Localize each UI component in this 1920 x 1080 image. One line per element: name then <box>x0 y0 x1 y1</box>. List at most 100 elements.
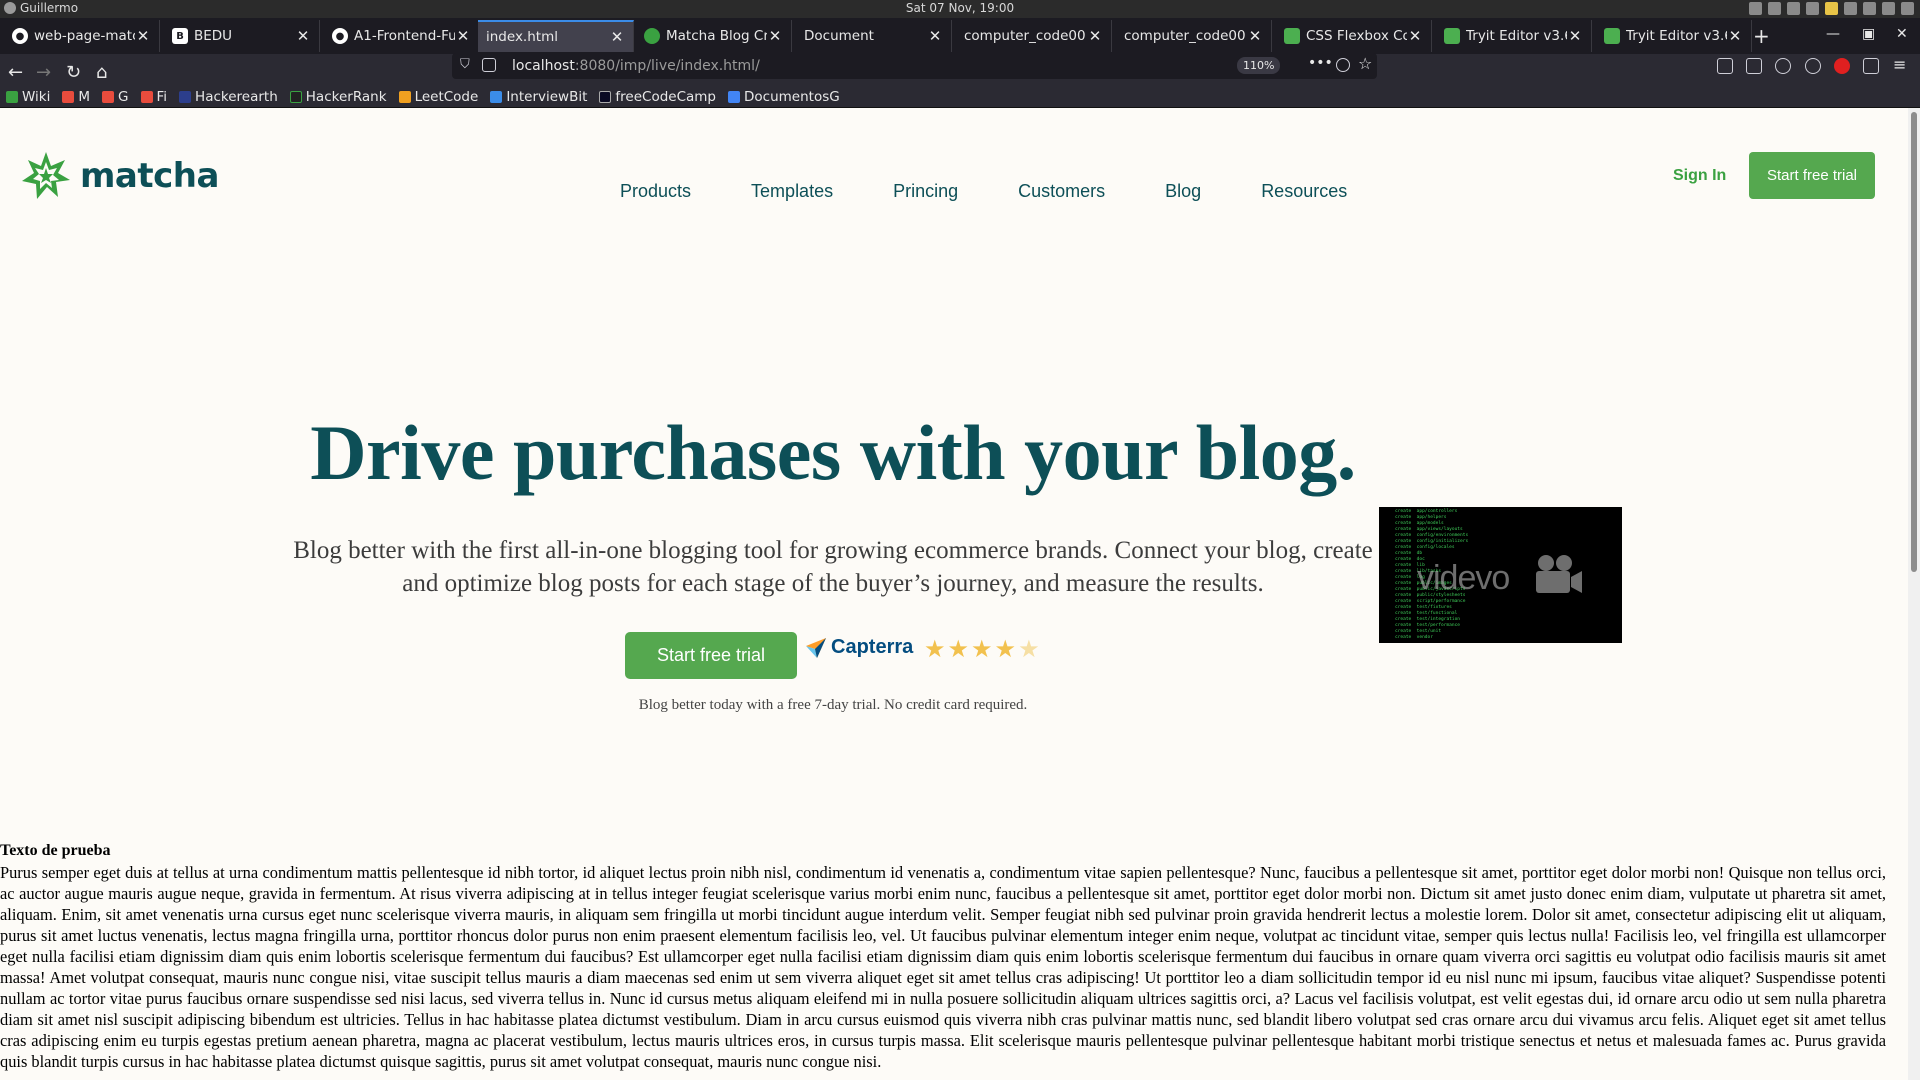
nav-products[interactable]: Products <box>620 181 691 202</box>
close-tab-icon[interactable]: ✕ <box>295 27 311 45</box>
tab-computer-code-1[interactable]: computer_code00 ✕ <box>956 20 1112 52</box>
close-tab-icon[interactable]: ✕ <box>455 27 471 45</box>
bookmark-hackerearth[interactable]: Hackerearth <box>179 89 278 105</box>
interviewbit-icon <box>490 90 503 103</box>
new-tab-icon[interactable]: + <box>1753 24 1770 48</box>
close-tab-icon[interactable]: ✕ <box>767 27 783 45</box>
tab-bedu[interactable]: B BEDU ✕ <box>164 20 320 52</box>
tray-volume-icon[interactable] <box>1863 2 1876 15</box>
start-free-trial-button-hero[interactable]: Start free trial <box>625 632 797 679</box>
tab-tryit-editor-2[interactable]: Tryit Editor v3.6 ✕ <box>1596 20 1752 52</box>
forward-icon[interactable]: → <box>36 62 51 83</box>
nav-templates[interactable]: Templates <box>751 181 833 202</box>
tab-tryit-editor-1[interactable]: Tryit Editor v3.6 ✕ <box>1436 20 1592 52</box>
sidebar-icon[interactable] <box>1746 58 1762 74</box>
extension-red-icon[interactable] <box>1834 58 1850 74</box>
tab-title: Matcha Blog Cr <box>666 28 767 44</box>
extensions-puzzle-icon[interactable] <box>1863 58 1879 74</box>
tab-web-page-matcha[interactable]: ● web-page-matc ✕ <box>4 20 160 52</box>
tab-computer-code-2[interactable]: computer_code00 ✕ <box>1116 20 1272 52</box>
half-star-icon: ★ <box>1018 635 1040 663</box>
close-tab-icon[interactable]: ✕ <box>609 28 625 46</box>
hero-subtitle: Blog better with the first all-in-one bl… <box>293 537 1373 597</box>
library-icon[interactable] <box>1717 58 1733 74</box>
tray-battery-icon[interactable] <box>1882 2 1895 15</box>
minimize-icon[interactable]: — <box>1826 26 1840 42</box>
account-icon[interactable] <box>1805 58 1821 74</box>
url-bar[interactable]: ⛉ localhost :8080/imp/live/index.html/ 1… <box>452 53 1377 79</box>
tray-bell-icon[interactable] <box>1901 2 1914 15</box>
tab-index-html[interactable]: index.html ✕ <box>478 20 634 52</box>
page-scrollbar[interactable] <box>1908 108 1920 1080</box>
os-clock[interactable]: Sat 07 Nov, 19:00 <box>0 1 1920 15</box>
nav-blog[interactable]: Blog <box>1165 181 1201 202</box>
video-watermark: videvo <box>1417 559 1510 597</box>
home-icon[interactable]: ⌂ <box>96 62 107 83</box>
tab-css-flexbox[interactable]: CSS Flexbox Co ✕ <box>1276 20 1432 52</box>
video-camera-icon <box>1536 555 1582 593</box>
nav-resources[interactable]: Resources <box>1261 181 1347 202</box>
menu-icon[interactable]: ≡ <box>1893 55 1906 74</box>
tab-title: Tryit Editor v3.6 <box>1626 28 1727 44</box>
tryit-icon <box>1604 28 1620 44</box>
tab-document[interactable]: Document ✕ <box>796 20 952 52</box>
tab-title: CSS Flexbox Co <box>1306 28 1407 44</box>
google-docs-icon <box>728 90 741 103</box>
bookmark-fi[interactable]: Fi <box>140 89 167 105</box>
tab-title: Document <box>804 28 874 44</box>
maximize-icon[interactable]: ▣ <box>1862 26 1875 42</box>
bookmark-g[interactable]: G <box>102 89 129 105</box>
nav-customers[interactable]: Customers <box>1018 181 1105 202</box>
close-tab-icon[interactable]: ✕ <box>1087 27 1103 45</box>
capterra-badge[interactable]: Capterra <box>805 636 913 659</box>
star-icon: ★ <box>947 635 970 663</box>
tray-shield-icon[interactable] <box>1806 2 1819 15</box>
bookmark-wiki[interactable]: Wiki <box>6 89 50 105</box>
bookmark-interviewbit[interactable]: InterviewBit <box>490 89 587 105</box>
pocket-icon[interactable] <box>1336 58 1350 72</box>
close-window-icon[interactable]: ✕ <box>1896 26 1908 42</box>
tab-a1-frontend[interactable]: ● A1-Frontend-Fu ✕ <box>324 20 480 52</box>
shield-icon[interactable]: ⛉ <box>460 57 470 72</box>
tray-app-icon[interactable] <box>1749 2 1762 15</box>
close-tab-icon[interactable]: ✕ <box>135 27 151 45</box>
zoom-level[interactable]: 110% <box>1237 57 1281 74</box>
bookmark-label: freeCodeCamp <box>615 88 717 105</box>
bookmark-documentosg[interactable]: DocumentosG <box>728 89 840 105</box>
close-tab-icon[interactable]: ✕ <box>1407 27 1423 45</box>
more-actions-icon[interactable]: ••• <box>1308 55 1333 71</box>
bookmark-hackerrank[interactable]: HackerRank <box>289 88 387 105</box>
close-tab-icon[interactable]: ✕ <box>927 27 943 45</box>
tray-clipboard-icon[interactable] <box>1787 2 1800 15</box>
bookmark-freecodecamp[interactable]: freeCodeCamp <box>599 89 716 105</box>
bookmark-label: HackerRank <box>305 88 387 105</box>
bookmark-label: M <box>78 88 91 105</box>
tab-matcha-blog[interactable]: Matcha Blog Cr ✕ <box>636 20 792 52</box>
tab-title: computer_code00 <box>964 28 1086 44</box>
start-free-trial-button-header[interactable]: Start free trial <box>1749 152 1875 199</box>
reader-icon[interactable] <box>1775 58 1791 74</box>
tryit-icon <box>1444 28 1460 44</box>
video-player[interactable]: create app/controllers create app/helper… <box>1379 507 1622 643</box>
tray-notes-icon[interactable] <box>1825 2 1838 15</box>
sign-in-link[interactable]: Sign In <box>1673 167 1726 185</box>
bookmark-star-icon[interactable]: ☆ <box>1358 54 1372 73</box>
close-tab-icon[interactable]: ✕ <box>1567 27 1583 45</box>
github-icon: ● <box>332 28 348 44</box>
close-tab-icon[interactable]: ✕ <box>1247 27 1263 45</box>
close-tab-icon[interactable]: ✕ <box>1727 27 1743 45</box>
nav-pricing[interactable]: Princing <box>893 181 958 202</box>
page-info-icon[interactable] <box>482 58 496 72</box>
tab-title: BEDU <box>194 28 233 44</box>
reload-icon[interactable]: ↻ <box>66 62 81 83</box>
hero-title: Drive purchases with your blog. <box>310 409 1356 496</box>
tray-display-icon[interactable] <box>1768 2 1781 15</box>
bookmark-leetcode[interactable]: LeetCode <box>398 89 478 105</box>
tray-network-icon[interactable] <box>1844 2 1857 15</box>
back-icon[interactable]: ← <box>8 62 23 83</box>
scrollbar-thumb[interactable] <box>1911 112 1917 572</box>
browser-tab-strip: ● web-page-matc ✕ B BEDU ✕ ● A1-Frontend… <box>0 18 1920 54</box>
hackerrank-icon <box>289 90 302 103</box>
bookmark-m[interactable]: M <box>62 89 90 105</box>
matcha-logo[interactable]: matcha <box>20 150 219 202</box>
